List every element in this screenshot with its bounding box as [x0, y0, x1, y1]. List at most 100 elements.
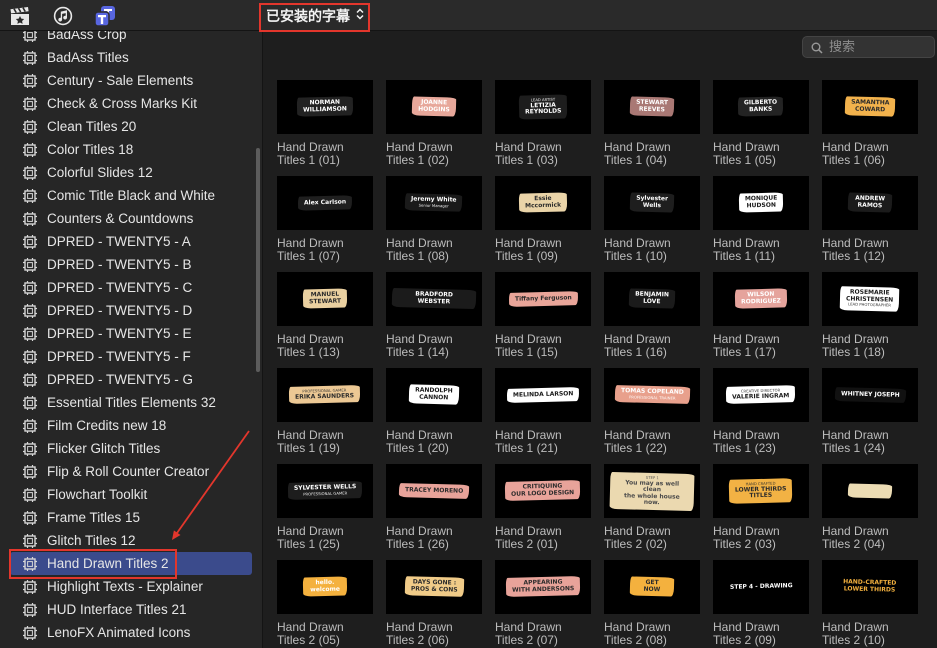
- title-hand-drawn-titles-1-11[interactable]: MONIQUE HUDSON Hand Drawn Titles 1 (11): [713, 176, 809, 272]
- title-hand-drawn-titles-1-08[interactable]: Jeremy White Senior Manager Hand Drawn Tit…: [386, 176, 482, 272]
- title-hand-drawn-titles-1-20[interactable]: RANDOLPH CANNON Hand Drawn Titles 1 (20): [386, 368, 482, 464]
- title-thumbnail[interactable]: STEP 1 You may as well clean the whole hou…: [604, 464, 700, 518]
- sidebar-item-dpred-twenty5-a[interactable]: DPRED - TWENTY5 - A: [10, 230, 252, 253]
- search-field[interactable]: [802, 36, 935, 58]
- title-hand-drawn-titles-1-19[interactable]: PROFESSIONAL GAMER ERIKA SAUNDERS Hand Dra…: [277, 368, 373, 464]
- sidebar-item-flip-roll-counter-creator[interactable]: Flip & Roll Counter Creator: [10, 460, 252, 483]
- title-thumbnail[interactable]: CREATIVE DIRECTOR VALERIE INGRAM: [713, 368, 809, 422]
- title-hand-drawn-titles-2-07[interactable]: APPEARING WITH ANDERSONS Hand Drawn Titles…: [495, 560, 591, 648]
- title-thumbnail[interactable]: STEP 4 - DRAWING: [713, 560, 809, 614]
- title-hand-drawn-titles-1-16[interactable]: BENJAMIN LOVE Hand Drawn Titles 1 (16): [604, 272, 700, 368]
- sidebar-item-hud-interface-titles-21[interactable]: HUD Interface Titles 21: [10, 598, 252, 621]
- title-thumbnail[interactable]: Alex Carlson: [277, 176, 373, 230]
- installed-titles-dropdown[interactable]: 已安装的字幕: [262, 5, 368, 27]
- sidebar-item-lenofx-animated-icons[interactable]: LenoFX Animated Icons: [10, 621, 252, 644]
- titles-generators-icon[interactable]: [94, 5, 116, 27]
- title-hand-drawn-titles-1-12[interactable]: ANDREW RAMOS Hand Drawn Titles 1 (12): [822, 176, 918, 272]
- title-thumbnail[interactable]: LEAD ARTIST LETIZIA REYNOLDS: [495, 80, 591, 134]
- title-thumbnail[interactable]: hello. welcome: [277, 560, 373, 614]
- title-hand-drawn-titles-1-02[interactable]: JOANNE HODGINS Hand Drawn Titles 1 (02): [386, 80, 482, 176]
- title-hand-drawn-titles-1-01[interactable]: NORMAN WILLIAMSON Hand Drawn Titles 1 (01): [277, 80, 373, 176]
- title-hand-drawn-titles-1-26[interactable]: TRACEY MORENO Hand Drawn Titles 1 (26): [386, 464, 482, 560]
- title-thumbnail[interactable]: HAND CRAFTED LOWER THIRDS TITLES: [713, 464, 809, 518]
- title-thumbnail[interactable]: SYLVESTER WELLS PROFESSIONAL GAMER: [277, 464, 373, 518]
- title-thumbnail[interactable]: BENJAMIN LOVE: [604, 272, 700, 326]
- title-thumbnail[interactable]: JOANNE HODGINS: [386, 80, 482, 134]
- title-hand-drawn-titles-1-22[interactable]: TOMAS COPELAND PROFESSIONAL TRAINER Hand D…: [604, 368, 700, 464]
- sidebar-item-dpred-twenty5-g[interactable]: DPRED - TWENTY5 - G: [10, 368, 252, 391]
- title-thumbnail[interactable]: Sylvester Wells: [604, 176, 700, 230]
- title-hand-drawn-titles-1-24[interactable]: WHITNEY JOSEPH Hand Drawn Titles 1 (24): [822, 368, 918, 464]
- title-thumbnail[interactable]: BRADFORD WEBSTER: [386, 272, 482, 326]
- title-hand-drawn-titles-1-07[interactable]: Alex Carlson Hand Drawn Titles 1 (07): [277, 176, 373, 272]
- title-thumbnail[interactable]: CRITIQUING OUR LOGO DESIGN: [495, 464, 591, 518]
- sidebar-item-clean-titles-20[interactable]: Clean Titles 20: [10, 115, 252, 138]
- title-hand-drawn-titles-1-05[interactable]: GILBERTO BANKS Hand Drawn Titles 1 (05): [713, 80, 809, 176]
- title-thumbnail[interactable]: Tiffany Ferguson: [495, 272, 591, 326]
- title-thumbnail[interactable]: TRACEY MORENO: [386, 464, 482, 518]
- sidebar-item-badass-titles[interactable]: BadAss Titles: [10, 46, 252, 69]
- title-hand-drawn-titles-1-13[interactable]: MANUEL STEWART Hand Drawn Titles 1 (13): [277, 272, 373, 368]
- sidebar-item-flowchart-toolkit[interactable]: Flowchart Toolkit: [10, 483, 252, 506]
- title-thumbnail[interactable]: DAYS GONE : PROS & CONS: [386, 560, 482, 614]
- sidebar-item-color-titles-18[interactable]: Color Titles 18: [10, 138, 252, 161]
- title-thumbnail[interactable]: RANDOLPH CANNON: [386, 368, 482, 422]
- title-thumbnail[interactable]: HAND-CRAFTED LOWER THIRDS: [822, 560, 918, 614]
- sidebar-item-colorful-slides-12[interactable]: Colorful Slides 12: [10, 161, 252, 184]
- sidebar-item-comic-title-black-and-white[interactable]: Comic Title Black and White: [10, 184, 252, 207]
- title-hand-drawn-titles-1-17[interactable]: WILSON RODRIGUEZ Hand Drawn Titles 1 (17): [713, 272, 809, 368]
- title-hand-drawn-titles-2-10[interactable]: HAND-CRAFTED LOWER THIRDS Hand Drawn Title…: [822, 560, 918, 648]
- sidebar-item-dpred-twenty5-e[interactable]: DPRED - TWENTY5 - E: [10, 322, 252, 345]
- sidebar-item-check-cross-marks-kit[interactable]: Check & Cross Marks Kit: [10, 92, 252, 115]
- title-thumbnail[interactable]: WILSON RODRIGUEZ: [713, 272, 809, 326]
- title-thumbnail[interactable]: TOMAS COPELAND PROFESSIONAL TRAINER: [604, 368, 700, 422]
- title-thumbnail[interactable]: STEWART REEVES: [604, 80, 700, 134]
- title-hand-drawn-titles-2-04[interactable]: Hand Drawn Titles 2 (04): [822, 464, 918, 560]
- title-hand-drawn-titles-2-09[interactable]: STEP 4 - DRAWING Hand Drawn Titles 2 (09): [713, 560, 809, 648]
- title-thumbnail[interactable]: NORMAN WILLIAMSON: [277, 80, 373, 134]
- title-thumbnail[interactable]: PROFESSIONAL GAMER ERIKA SAUNDERS: [277, 368, 373, 422]
- title-thumbnail[interactable]: Essie Mccormick: [495, 176, 591, 230]
- title-thumbnail[interactable]: [822, 464, 918, 518]
- title-hand-drawn-titles-1-21[interactable]: MELINDA LARSON Hand Drawn Titles 1 (21): [495, 368, 591, 464]
- title-thumbnail[interactable]: SAMANTHA COWARD: [822, 80, 918, 134]
- title-thumbnail[interactable]: ROSEMARIE CHRISTENSEN LEAD PHOTOGRAPHER: [822, 272, 918, 326]
- sidebar-item-dpred-twenty5-c[interactable]: DPRED - TWENTY5 - C: [10, 276, 252, 299]
- title-hand-drawn-titles-2-01[interactable]: CRITIQUING OUR LOGO DESIGN Hand Drawn Titl…: [495, 464, 591, 560]
- music-icon[interactable]: [52, 5, 74, 27]
- title-hand-drawn-titles-1-23[interactable]: CREATIVE DIRECTOR VALERIE INGRAM Hand Draw…: [713, 368, 809, 464]
- title-hand-drawn-titles-2-02[interactable]: STEP 1 You may as well clean the whole hou…: [604, 464, 700, 560]
- sidebar-item-dpred-twenty5-d[interactable]: DPRED - TWENTY5 - D: [10, 299, 252, 322]
- title-thumbnail[interactable]: MELINDA LARSON: [495, 368, 591, 422]
- sidebar-item-film-credits-new-18[interactable]: Film Credits new 18: [10, 414, 252, 437]
- title-hand-drawn-titles-1-03[interactable]: LEAD ARTIST LETIZIA REYNOLDS Hand Drawn Tit…: [495, 80, 591, 176]
- title-hand-drawn-titles-1-25[interactable]: SYLVESTER WELLS PROFESSIONAL GAMER Hand Dr…: [277, 464, 373, 560]
- title-thumbnail[interactable]: APPEARING WITH ANDERSONS: [495, 560, 591, 614]
- title-thumbnail[interactable]: GET NOW: [604, 560, 700, 614]
- sidebar-item-dpred-twenty5-b[interactable]: DPRED - TWENTY5 - B: [10, 253, 252, 276]
- sidebar-item-hand-drawn-titles-2[interactable]: Hand Drawn Titles 2: [10, 552, 252, 575]
- sidebar-item-counters-countdowns[interactable]: Counters & Countdowns: [10, 207, 252, 230]
- title-thumbnail[interactable]: ANDREW RAMOS: [822, 176, 918, 230]
- sidebar-item-badass-crop[interactable]: BadAss Crop: [10, 31, 252, 46]
- title-hand-drawn-titles-1-15[interactable]: Tiffany Ferguson Hand Drawn Titles 1 (15): [495, 272, 591, 368]
- title-thumbnail[interactable]: MANUEL STEWART: [277, 272, 373, 326]
- sidebar-item-dpred-twenty5-f[interactable]: DPRED - TWENTY5 - F: [10, 345, 252, 368]
- title-hand-drawn-titles-2-08[interactable]: GET NOW Hand Drawn Titles 2 (08): [604, 560, 700, 648]
- sidebar-scrollbar[interactable]: [256, 148, 260, 372]
- title-hand-drawn-titles-2-05[interactable]: hello. welcome Hand Drawn Titles 2 (05): [277, 560, 373, 648]
- title-hand-drawn-titles-2-06[interactable]: DAYS GONE : PROS & CONS Hand Drawn Titles …: [386, 560, 482, 648]
- title-hand-drawn-titles-1-06[interactable]: SAMANTHA COWARD Hand Drawn Titles 1 (06): [822, 80, 918, 176]
- title-hand-drawn-titles-1-04[interactable]: STEWART REEVES Hand Drawn Titles 1 (04): [604, 80, 700, 176]
- title-hand-drawn-titles-2-03[interactable]: HAND CRAFTED LOWER THIRDS TITLES Hand Drawn…: [713, 464, 809, 560]
- sidebar-item-flicker-glitch-titles[interactable]: Flicker Glitch Titles: [10, 437, 252, 460]
- title-hand-drawn-titles-1-10[interactable]: Sylvester Wells Hand Drawn Titles 1 (10): [604, 176, 700, 272]
- sidebar-item-essential-titles-elements-32[interactable]: Essential Titles Elements 32: [10, 391, 252, 414]
- title-thumbnail[interactable]: WHITNEY JOSEPH: [822, 368, 918, 422]
- clapperboard-star-icon[interactable]: [9, 5, 31, 27]
- title-hand-drawn-titles-1-09[interactable]: Essie Mccormick Hand Drawn Titles 1 (09): [495, 176, 591, 272]
- title-hand-drawn-titles-1-14[interactable]: BRADFORD WEBSTER Hand Drawn Titles 1 (14): [386, 272, 482, 368]
- sidebar-item-highlight-texts-explainer[interactable]: Highlight Texts - Explainer: [10, 575, 252, 598]
- title-thumbnail[interactable]: GILBERTO BANKS: [713, 80, 809, 134]
- title-thumbnail[interactable]: MONIQUE HUDSON: [713, 176, 809, 230]
